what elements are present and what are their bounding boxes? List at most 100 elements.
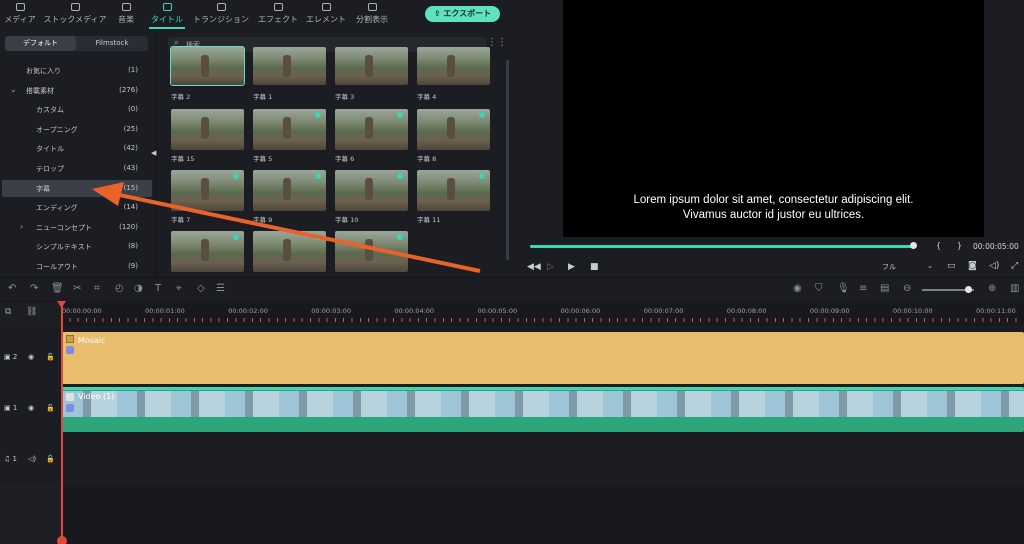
toolbar-tab-1[interactable]: ストックメディア [42,3,108,29]
title-thumbnail[interactable] [417,109,490,150]
tab-filmstock[interactable]: Filmstock [76,36,148,51]
eye-icon[interactable]: ◉ [28,353,34,361]
lock-icon[interactable]: 🔓 [46,404,55,412]
zoom-out-icon[interactable]: ⊖ [903,284,911,294]
zoom-slider-handle[interactable] [964,286,972,293]
snapshot-icon[interactable]: ◙ [968,261,977,271]
keyframe-icon[interactable]: ◇ [197,284,205,294]
category-item[interactable]: テロップ (43) [2,160,152,177]
download-icon[interactable] [479,173,485,179]
speed-icon[interactable]: ◴ [115,284,124,294]
delete-icon[interactable]: 🗑 [51,284,64,294]
menu-icon[interactable]: ☰ [216,284,225,294]
download-icon[interactable] [315,112,321,118]
category-item[interactable]: › ニューコンセプト (120) [2,219,152,236]
toolbar-tab-3[interactable]: タイトル [145,3,189,29]
zoom-in-icon[interactable]: ⊕ [988,284,996,294]
fit-icon[interactable]: ▥ [1010,284,1019,294]
display-icon[interactable]: ▭ [947,261,956,271]
playback-progress-handle[interactable] [910,242,917,249]
motion-tracking-icon[interactable]: ⌖ [176,284,182,294]
mosaic-clip[interactable] [62,332,1024,384]
cut-icon[interactable]: ✂ [73,284,81,294]
previous-frame-icon[interactable]: ◀◀ [527,262,541,272]
toolbar-tab-4[interactable]: トランジション [190,3,252,29]
redo-icon[interactable]: ↷ [30,284,38,294]
download-icon[interactable] [233,173,239,179]
category-item[interactable]: カスタム (0) [2,101,152,118]
stop-icon[interactable]: ■ [590,262,599,272]
voice-icon[interactable]: ≡ [859,284,867,294]
subtitle-icon[interactable]: ▤ [880,284,889,294]
title-thumbnail[interactable] [417,47,490,85]
category-label: 搭載素材 [26,86,54,95]
toolbar-tab-6[interactable]: エレメント [302,3,350,29]
title-thumbnail[interactable] [253,231,326,272]
export-button[interactable]: ⇪ エクスポート [425,6,500,22]
chevron-right-icon[interactable]: › [20,222,23,231]
clip-settings-icon[interactable] [66,346,74,354]
collapse-panel-icon[interactable]: ◀ [151,149,156,157]
add-track-icon[interactable]: ⧉ [5,307,11,317]
title-thumbnail[interactable] [417,170,490,211]
playhead[interactable] [61,302,63,544]
category-item[interactable]: お気に入り (1) [2,62,152,79]
lock-icon[interactable]: 🔓 [46,455,55,463]
crop-icon[interactable]: ⌗ [94,284,100,294]
title-thumbnail[interactable] [335,47,408,85]
category-item[interactable]: シンプルテキスト (8) [2,238,152,255]
toolbar-tab-2[interactable]: 音楽 [108,3,144,29]
category-item[interactable]: タイトル (42) [2,140,152,157]
eye-icon[interactable]: ◉ [28,404,34,412]
category-item[interactable]: 字幕 (15) [2,179,152,197]
marker-icon[interactable]: ⛉ [815,284,823,294]
render-icon[interactable]: ◉ [793,284,802,294]
download-icon[interactable] [315,234,321,240]
category-item[interactable]: ⌄ 搭載素材 (276) [2,82,152,99]
mark-in-button[interactable]: { [936,241,941,250]
title-thumbnail[interactable] [335,231,408,272]
mark-out-button[interactable]: } [957,241,962,250]
quality-select[interactable]: フル ⌄ [882,262,937,275]
thumbnail-figure [365,55,373,77]
chevron-down-icon[interactable]: ⌄ [10,85,17,94]
tab-default[interactable]: デフォルト [5,36,76,51]
title-thumbnail[interactable] [253,109,326,150]
download-icon[interactable] [479,112,485,118]
title-thumbnail[interactable] [170,46,245,86]
title-thumbnail[interactable] [171,109,244,150]
fullscreen-icon[interactable]: ⤢ [1011,261,1018,271]
title-thumbnail[interactable] [253,170,326,211]
text-icon[interactable]: T [155,284,161,294]
microphone-icon[interactable]: 🎙 [837,284,850,294]
link-icon[interactable]: ⛓ [26,307,37,317]
step-back-icon[interactable]: ▷ [547,262,554,272]
lock-icon[interactable]: 🔓 [46,353,55,361]
toolbar-tab-5[interactable]: エフェクト [255,3,301,29]
title-thumbnail[interactable] [335,170,408,211]
play-icon[interactable]: ▶ [568,262,575,272]
playhead-foot[interactable] [57,536,67,544]
volume-icon[interactable]: ◁) [989,261,999,271]
download-icon[interactable] [397,112,403,118]
download-icon[interactable] [315,173,321,179]
category-item[interactable]: オープニング (25) [2,121,152,138]
toolbar-tab-0[interactable]: メディア [0,3,40,29]
category-item[interactable]: エンディング (14) [2,199,152,216]
title-thumbnail[interactable] [335,109,408,150]
toolbar-tab-7[interactable]: 分割表示 [350,3,394,29]
color-icon[interactable]: ◑ [134,284,143,294]
timeline-toolbar [0,279,1024,301]
clip-settings-icon[interactable] [66,404,74,412]
download-icon[interactable] [397,173,403,179]
category-item[interactable]: コールアウト (9) [2,258,152,275]
grid-scrollbar[interactable] [506,60,509,260]
title-thumbnail[interactable] [253,47,326,85]
download-icon[interactable] [397,234,403,240]
speaker-icon[interactable]: ◁) [28,455,36,463]
title-thumbnail[interactable] [171,231,244,272]
download-icon[interactable] [233,234,239,240]
ruler-label: 00:00:11:00 [976,307,1016,315]
title-thumbnail[interactable] [171,170,244,211]
undo-icon[interactable]: ↶ [8,284,16,294]
